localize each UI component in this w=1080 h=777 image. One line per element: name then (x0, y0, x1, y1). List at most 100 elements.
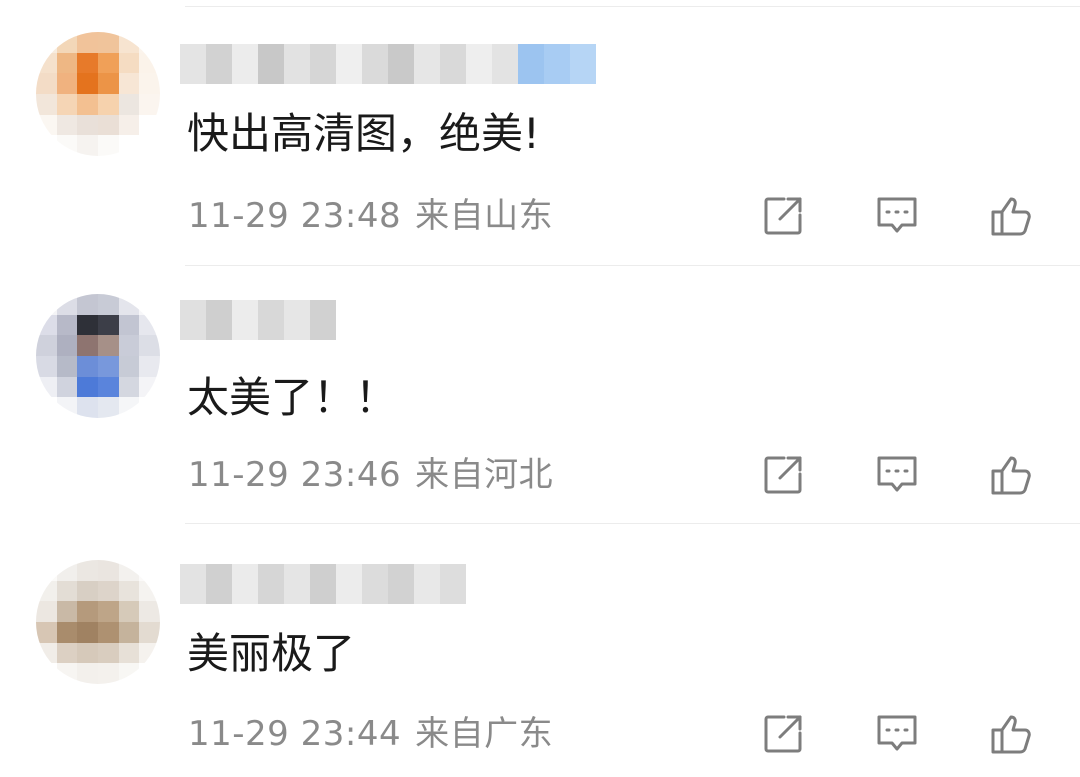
avatar-mosaic-cell (118, 621, 140, 643)
avatar-mosaic-cell (56, 73, 78, 94)
avatar-mosaic-cell (77, 642, 98, 664)
avatar-mosaic-cell (36, 580, 57, 602)
avatar-mosaic-cell (77, 294, 98, 315)
share-edit-icon (764, 197, 802, 235)
username-mosaic-cell (544, 44, 570, 84)
avatar-mosaic-cell (97, 314, 119, 336)
avatar-mosaic-cell (56, 294, 78, 315)
username-mosaic-cell (414, 564, 440, 604)
avatar-mosaic-cell (97, 376, 119, 398)
avatar-mosaic-cell (56, 314, 78, 336)
avatar-mosaic-cell (77, 663, 98, 684)
avatar[interactable] (36, 32, 160, 156)
username-mosaic-cell (180, 564, 206, 604)
avatar-mosaic-cell (97, 73, 119, 94)
comment-text: 太美了！！ (187, 373, 398, 422)
avatar-mosaic-cell (56, 642, 78, 664)
avatar-mosaic-cell (56, 397, 78, 418)
comment-meta: 11-29 23:44 来自广东 (188, 714, 553, 754)
username-mosaic-cell (258, 44, 284, 84)
comment-text: 美丽极了 (187, 629, 356, 678)
avatar-mosaic-cell (56, 355, 78, 377)
avatar-mosaic-cell (77, 601, 98, 622)
comment-location: 来自广东 (415, 714, 554, 754)
username-mosaic-cell (310, 564, 336, 604)
username[interactable] (180, 300, 336, 340)
avatar-mosaic-cell (97, 294, 119, 315)
avatar-mosaic-cell (36, 93, 57, 115)
avatar-mosaic-cell (97, 135, 119, 156)
avatar-mosaic-cell (77, 93, 98, 115)
username-mosaic-cell (414, 44, 440, 84)
thumbs-up-icon (991, 715, 1031, 754)
avatar-mosaic-cell (77, 114, 98, 136)
avatar-mosaic-cell (36, 32, 57, 53)
comment-text: 快出高清图，绝美! (187, 109, 540, 158)
avatar-mosaic-cell (118, 32, 140, 53)
username-mosaic-cell (388, 564, 414, 604)
avatar-mosaic-cell (77, 314, 98, 336)
username-mosaic-cell (180, 44, 206, 84)
avatar-mosaic-cell (97, 52, 119, 74)
comment-item: 美丽极了 11-29 23:44 来自广东 (0, 524, 1080, 777)
avatar[interactable] (36, 294, 160, 418)
avatar-mosaic-cell (139, 294, 160, 315)
avatar-mosaic-cell (36, 601, 57, 622)
avatar-mosaic-cell (36, 397, 57, 418)
avatar-mosaic-cell (77, 397, 98, 418)
username-mosaic-cell (362, 44, 388, 84)
username-mosaic-cell (466, 44, 492, 84)
username-mosaic-cell (206, 564, 232, 604)
avatar-mosaic-cell (97, 335, 119, 356)
avatar-mosaic-cell (56, 376, 78, 398)
share-edit-icon (764, 456, 802, 494)
username-mosaic-cell (180, 300, 206, 340)
avatar-mosaic-cell (77, 73, 98, 94)
avatar-mosaic-cell (77, 621, 98, 643)
like-button[interactable] (985, 190, 1037, 242)
avatar-mosaic-cell (139, 135, 160, 156)
avatar-mosaic-cell (36, 621, 57, 643)
avatar-mosaic-cell (118, 601, 140, 622)
avatar-mosaic-cell (118, 580, 140, 602)
comment-button[interactable] (871, 190, 923, 242)
username-mosaic-cell (232, 564, 258, 604)
avatar-mosaic-cell (36, 376, 57, 398)
like-button[interactable] (985, 708, 1037, 760)
username-mosaic-cell (492, 44, 518, 84)
username-mosaic-cell (518, 44, 544, 84)
avatar-mosaic-cell (36, 314, 57, 336)
comment-button[interactable] (871, 449, 923, 501)
avatar-mosaic-cell (118, 560, 140, 581)
thumbs-up-icon (991, 197, 1031, 236)
forward-button[interactable] (757, 190, 809, 242)
avatar[interactable] (36, 560, 160, 684)
avatar-mosaic-cell (97, 32, 119, 53)
avatar-mosaic-cell (36, 114, 57, 136)
comment-button[interactable] (871, 708, 923, 760)
like-button[interactable] (985, 449, 1037, 501)
avatar-mosaic-cell (56, 663, 78, 684)
avatar-mosaic-cell (139, 663, 160, 684)
forward-button[interactable] (757, 449, 809, 501)
username-mosaic-cell (284, 564, 310, 604)
username-mosaic-cell (336, 44, 362, 84)
username-mosaic-cell (570, 44, 596, 84)
comment-item: 太美了！！ 11-29 23:46 来自河北 (0, 266, 1080, 524)
avatar-mosaic-cell (139, 580, 160, 602)
avatar-mosaic-cell (56, 93, 78, 115)
comment-meta: 11-29 23:48 来自山东 (188, 196, 553, 236)
username-mosaic-cell (232, 44, 258, 84)
avatar-mosaic-cell (118, 314, 140, 336)
forward-button[interactable] (757, 708, 809, 760)
username[interactable] (180, 564, 466, 604)
share-edit-icon (764, 715, 802, 753)
username-mosaic-cell (362, 564, 388, 604)
avatar-mosaic-cell (97, 601, 119, 622)
username-mosaic-cell (440, 564, 466, 604)
username-mosaic-cell (206, 44, 232, 84)
avatar-mosaic-cell (118, 663, 140, 684)
username-mosaic-cell (284, 44, 310, 84)
username[interactable] (180, 44, 596, 84)
avatar-mosaic-cell (36, 73, 57, 94)
